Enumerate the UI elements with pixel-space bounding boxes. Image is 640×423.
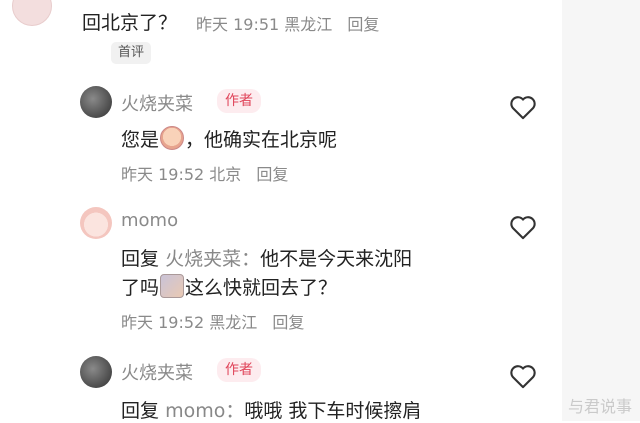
comment-meta: 昨天 19:51 黑龙江 回复 — [196, 11, 379, 35]
comment-location: 黑龙江 — [284, 15, 333, 34]
author-badge: 作者 — [217, 89, 261, 113]
comment-text: 回复 火烧夹菜：他不是今天来沈阳 — [121, 244, 412, 271]
facepalm-sticker-icon — [160, 274, 185, 298]
avatar[interactable] — [80, 86, 112, 118]
right-panel-background — [562, 0, 640, 421]
avatar[interactable] — [80, 356, 112, 388]
reply-mention[interactable]: 火烧夹菜： — [165, 248, 260, 270]
comment-text-part: 哦哦 我下车时候擦肩 — [244, 400, 422, 422]
comment-location: 北京 — [209, 165, 242, 184]
watermark: 与君说事 — [567, 397, 632, 416]
crying-face-icon — [160, 126, 185, 150]
comment-text-part: ，他确实在北京呢 — [185, 129, 338, 151]
comment-meta: 昨天 19:52 北京 回复 — [121, 161, 288, 185]
avatar[interactable] — [80, 207, 112, 239]
comment-text: 您是 ，他确实在北京呢 — [121, 125, 337, 152]
reply-prefix: 回复 — [121, 248, 160, 270]
username[interactable]: 火烧夹菜 — [121, 90, 193, 116]
comment-text-part: 这么快就回去了？ — [185, 277, 338, 299]
like-heart-icon[interactable] — [509, 363, 537, 389]
comment-meta: 昨天 19:52 黑龙江 回复 — [121, 309, 304, 333]
avatar[interactable] — [12, 0, 52, 26]
comment-time: 昨天 19:52 — [121, 313, 205, 332]
reply-prefix: 回复 — [121, 400, 160, 422]
reply-mention[interactable]: momo： — [165, 400, 244, 422]
username[interactable]: momo — [121, 210, 178, 231]
reply-button[interactable]: 回复 — [347, 15, 379, 34]
username[interactable]: 火烧夹菜 — [121, 359, 193, 385]
comment-text-line2: 了吗 这么快就回去了？ — [121, 273, 337, 300]
reply-button[interactable]: 回复 — [256, 165, 288, 184]
comment-text: 回复 momo：哦哦 我下车时候擦肩 — [121, 396, 421, 423]
comment-text: 回北京了？ — [82, 12, 178, 34]
comment-location: 黑龙江 — [209, 313, 258, 332]
comment-text-part: 他不是今天来沈阳 — [260, 248, 413, 270]
reply-button[interactable]: 回复 — [272, 313, 304, 332]
like-heart-icon[interactable] — [509, 94, 537, 120]
like-heart-icon[interactable] — [509, 214, 537, 240]
comment-text-part: 您是 — [121, 129, 160, 151]
comment-text-part: 了吗 — [121, 277, 160, 299]
comment-time: 昨天 19:51 — [196, 15, 280, 34]
first-comment-badge: 首评 — [111, 42, 152, 64]
comment-time: 昨天 19:52 — [121, 165, 205, 184]
author-badge: 作者 — [217, 358, 261, 382]
